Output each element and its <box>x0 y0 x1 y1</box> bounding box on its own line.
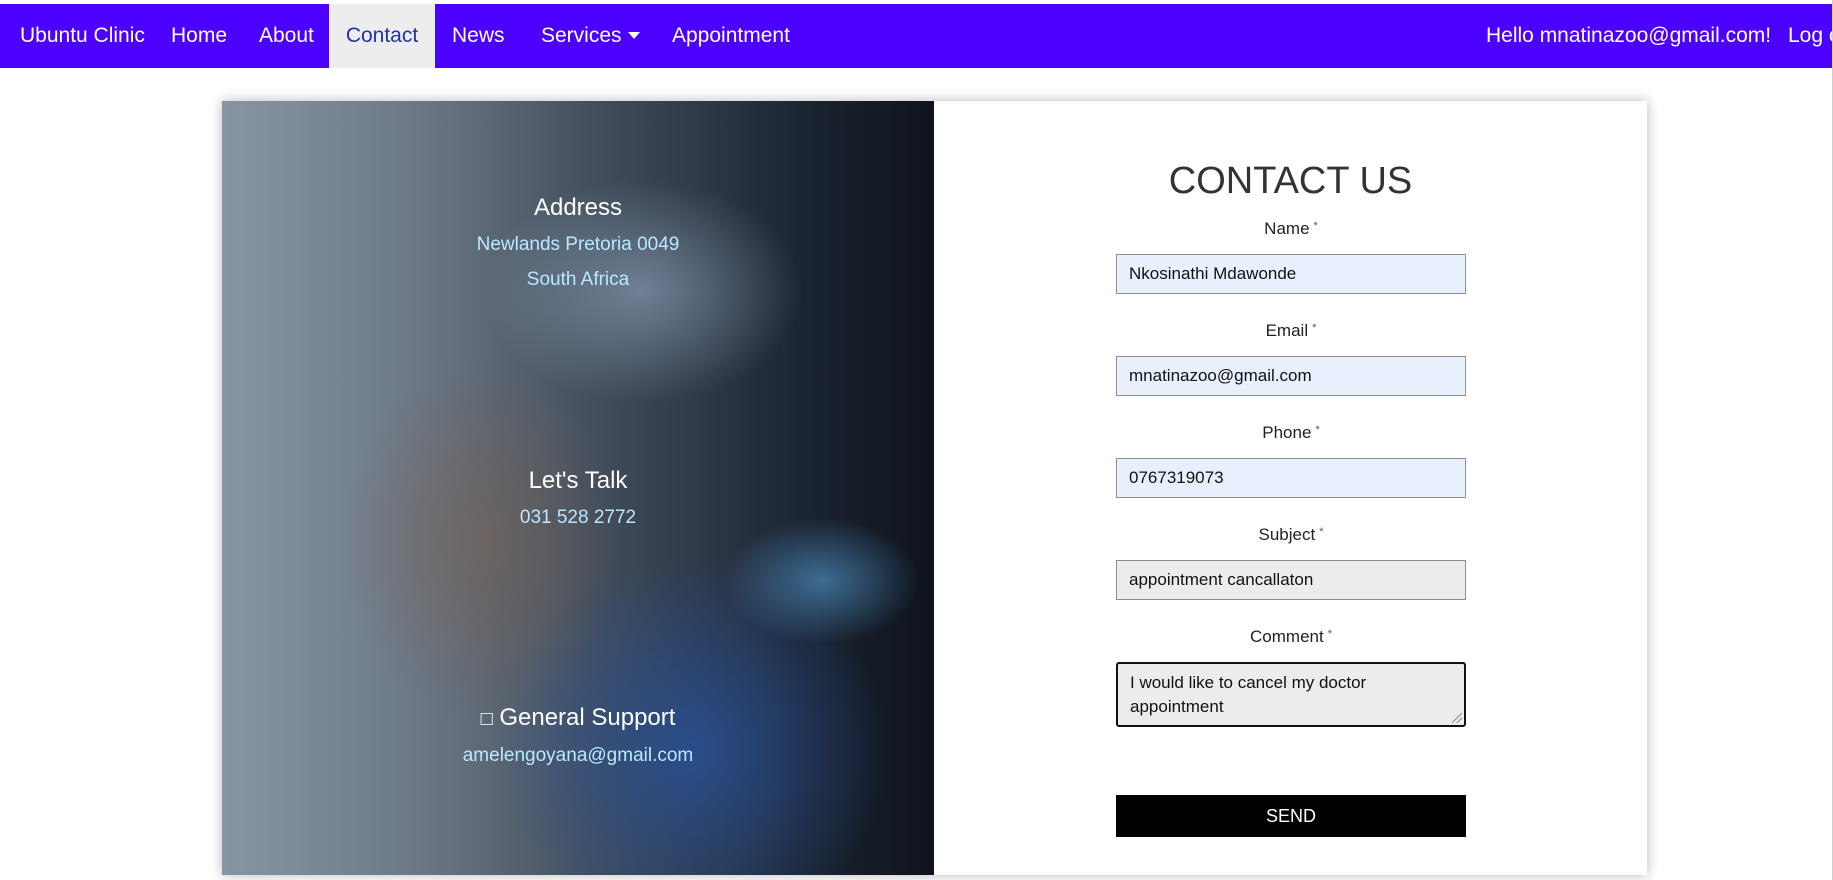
resize-grip-icon[interactable] <box>1452 713 1462 723</box>
required-asterisk: * <box>1312 322 1317 334</box>
page: Ubuntu Clinic Home About Contact News Se… <box>0 0 1833 880</box>
nav-news[interactable]: News <box>452 4 505 68</box>
name-label: Name * <box>1116 219 1466 239</box>
comment-label: Comment * <box>1116 627 1466 647</box>
phone-field[interactable]: 0767319073 <box>1116 458 1466 498</box>
nav-about[interactable]: About <box>259 4 314 68</box>
phone-label-text: Phone <box>1262 423 1312 442</box>
user-greeting[interactable]: Hello mnatinazoo@gmail.com! <box>1486 4 1771 68</box>
contact-phone: 031 528 2772 <box>519 507 637 528</box>
phone-label: Phone * <box>1116 423 1466 443</box>
support-title: General Support <box>499 704 676 731</box>
name-field[interactable]: Nkosinathi Mdawonde <box>1116 254 1466 294</box>
required-asterisk: * <box>1319 526 1324 538</box>
email-label: Email * <box>1116 321 1466 341</box>
name-label-text: Name <box>1264 219 1310 238</box>
brand-link[interactable]: Ubuntu Clinic <box>20 4 145 68</box>
send-button[interactable]: SEND <box>1116 795 1466 837</box>
caret-down-icon <box>627 32 640 39</box>
doctor-photo: Address Newlands Pretoria 0049 South Afr… <box>222 101 934 875</box>
email-field[interactable]: mnatinazoo@gmail.com <box>1116 356 1466 396</box>
subject-label-text: Subject <box>1258 525 1316 544</box>
support-email[interactable]: amelengoyana@gmail.com <box>222 745 934 767</box>
subject-label: Subject * <box>1116 525 1466 545</box>
envelope-icon: □ <box>480 708 493 730</box>
nav-services[interactable]: Services <box>541 4 640 68</box>
comment-text: I would like to cancel my doctor appoint… <box>1130 673 1367 716</box>
form-title: CONTACT US <box>1168 160 1413 202</box>
subject-field[interactable]: appointment cancallaton <box>1116 560 1466 600</box>
comment-label-text: Comment <box>1250 627 1324 646</box>
required-asterisk: * <box>1313 220 1318 232</box>
nav-contact[interactable]: Contact <box>329 4 435 68</box>
talk-title: Let's Talk <box>528 467 628 494</box>
comment-textarea[interactable]: I would like to cancel my doctor appoint… <box>1116 662 1466 727</box>
nav-appointment[interactable]: Appointment <box>672 4 790 68</box>
logout-link[interactable]: Log off <box>1788 4 1833 68</box>
required-asterisk: * <box>1327 628 1332 640</box>
address-line-2: South Africa <box>526 269 630 290</box>
top-navbar: Ubuntu Clinic Home About Contact News Se… <box>0 4 1833 68</box>
required-asterisk: * <box>1315 424 1320 436</box>
email-label-text: Email <box>1265 321 1309 340</box>
nav-home[interactable]: Home <box>171 4 227 68</box>
support-title-row: □ General Support <box>222 704 934 732</box>
address-line-1: Newlands Pretoria 0049 <box>476 234 680 255</box>
nav-services-label: Services <box>541 24 622 47</box>
address-title: Address <box>533 194 623 221</box>
